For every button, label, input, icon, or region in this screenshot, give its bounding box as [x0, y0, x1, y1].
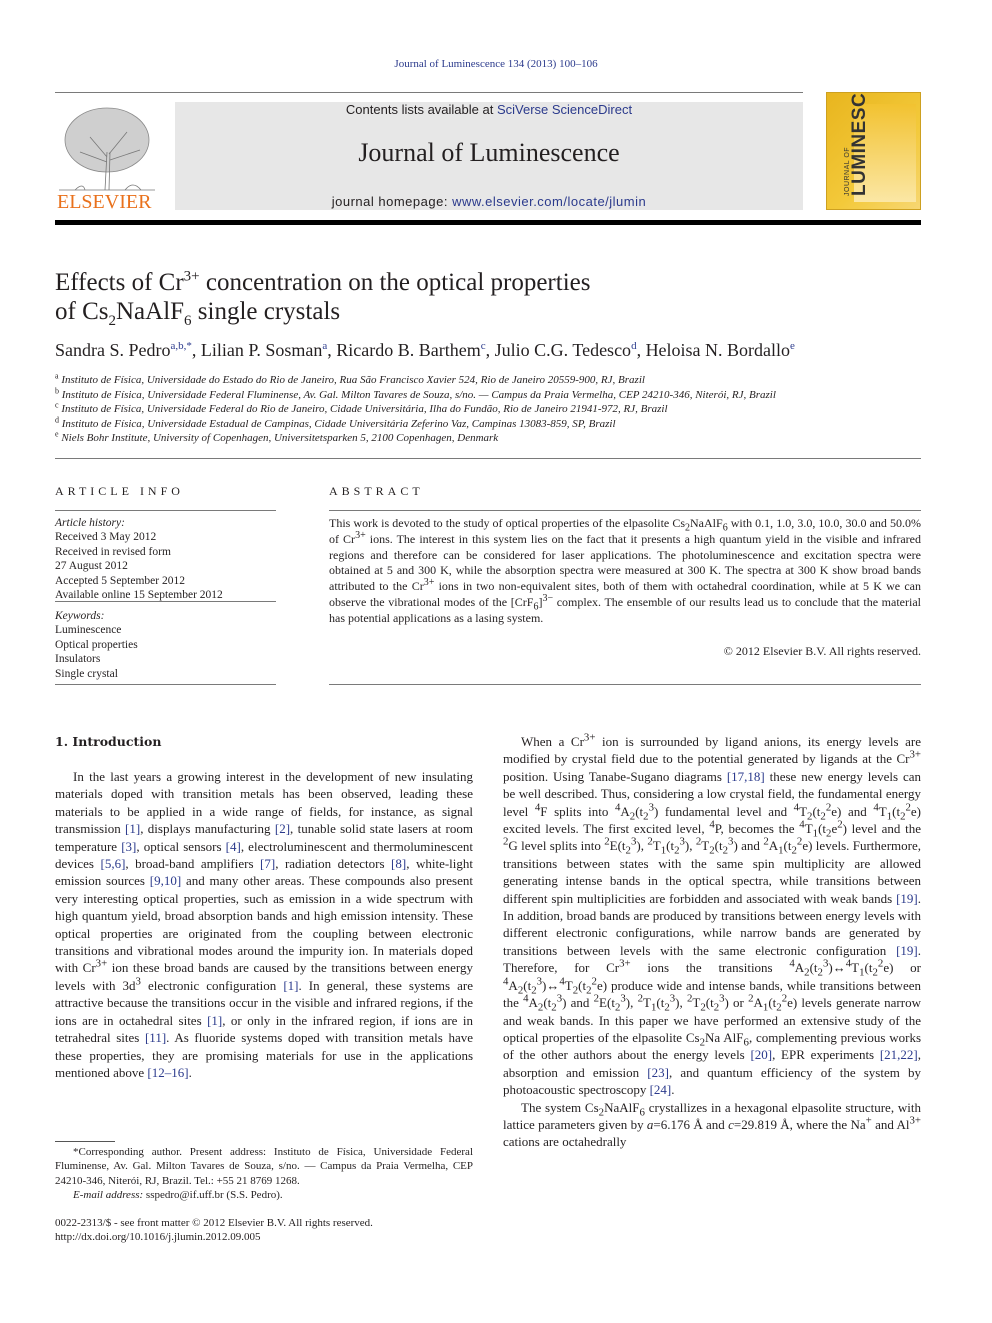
keyword: Optical properties: [55, 638, 138, 651]
article-history: Article history: Received 3 May 2012 Rec…: [55, 516, 277, 602]
citation-link[interactable]: [20]: [750, 1047, 772, 1062]
divider: [55, 684, 276, 685]
abstract-heading: ABSTRACT: [329, 484, 424, 498]
author[interactable]: Julio C.G. Tedesco: [495, 340, 631, 360]
citation-link[interactable]: [24]: [650, 1082, 672, 1097]
paragraph: When a Cr3+ ion is surrounded by ligand …: [503, 731, 922, 1098]
divider: [55, 601, 276, 602]
citation-link[interactable]: [11]: [145, 1030, 166, 1045]
copyright-notice: © 2012 Elsevier B.V. All rights reserved…: [723, 644, 921, 658]
citation-link[interactable]: [2]: [275, 821, 290, 836]
affiliations: a Instituto de Física, Universidade do E…: [55, 371, 955, 446]
elsevier-logo: ELSEVIER: [55, 102, 165, 213]
journal-title: Journal of Luminescence: [358, 138, 620, 167]
body-column-left: In the last years a growing interest in …: [55, 768, 473, 1081]
history-item: Received in revised form: [55, 545, 171, 558]
citation-link[interactable]: [17,18]: [727, 769, 765, 784]
front-matter: 0022-2313/$ - see front matter © 2012 El…: [55, 1216, 473, 1245]
divider: [329, 684, 921, 685]
journal-citation-link[interactable]: Journal of Luminescence 134 (2013) 100–1…: [394, 58, 597, 70]
keywords: Keywords: Luminescence Optical propertie…: [55, 609, 277, 681]
author-affiliation-marker[interactable]: a: [322, 340, 327, 352]
divider: [329, 510, 921, 511]
history-item: 27 August 2012: [55, 560, 128, 573]
citation-link[interactable]: [8]: [391, 856, 406, 871]
author-list: Sandra S. Pedroa,b,*, Lilian P. Sosmana,…: [55, 340, 795, 360]
author[interactable]: Ricardo B. Barthem: [336, 340, 480, 360]
body-column-right: When a Cr3+ ion is surrounded by ligand …: [503, 731, 922, 1151]
author-affiliation-marker[interactable]: a,b,*: [171, 340, 192, 352]
citation-link[interactable]: [7]: [260, 856, 275, 871]
email-address[interactable]: sspedro@if.uff.br (S.S. Pedro).: [143, 1189, 283, 1201]
paragraph: In the last years a growing interest in …: [55, 769, 474, 1080]
sciencedirect-link[interactable]: SciVerse ScienceDirect: [497, 102, 632, 117]
email-note: E-mail address: sspedro@if.uff.br (S.S. …: [73, 1189, 283, 1202]
citation-link[interactable]: [3]: [121, 839, 136, 854]
issn-line: 0022-2313/$ - see front matter © 2012 El…: [55, 1217, 373, 1229]
citation-link[interactable]: [4]: [226, 839, 241, 854]
article-info-heading: ARTICLE INFO: [55, 484, 184, 498]
citation-link[interactable]: [9,10]: [150, 873, 181, 888]
elsevier-tree-icon: ELSEVIER: [57, 107, 155, 213]
author[interactable]: Sandra S. Pedro: [55, 340, 171, 360]
author-affiliation-marker[interactable]: d: [631, 340, 637, 352]
author-affiliation-marker[interactable]: e: [790, 340, 795, 352]
section-heading-introduction: 1. Introduction: [55, 734, 162, 749]
citation-link[interactable]: [1]: [125, 821, 140, 836]
cover-title: JOURNAL OF LUMINESCENCE: [844, 92, 870, 196]
author-affiliation-marker[interactable]: c: [481, 340, 486, 352]
paragraph: The system Cs2NaAlF6 crystallizes in a h…: [503, 1099, 921, 1150]
journal-homepage-link[interactable]: www.elsevier.com/locate/jlumin: [452, 194, 646, 209]
corresponding-author-note: *Corresponding author. Present address: …: [55, 1146, 473, 1187]
keyword: Luminescence: [55, 624, 122, 637]
journal-citation[interactable]: Journal of Luminescence 134 (2013) 100–1…: [0, 58, 992, 70]
citation-link[interactable]: [1]: [283, 978, 298, 993]
contents-line: Contents lists available at SciVerse Sci…: [345, 102, 633, 117]
citation-link[interactable]: [23]: [647, 1065, 669, 1080]
affiliation: b Instituto de Física, Universidade Fede…: [55, 385, 776, 401]
affiliation: a Instituto de Física, Universidade do E…: [55, 371, 645, 386]
citation-link[interactable]: [5,6]: [100, 856, 125, 871]
author[interactable]: Heloisa N. Bordallo: [646, 340, 790, 360]
footnote: *Corresponding author. Present address: …: [55, 1145, 473, 1203]
abstract-text: This work is devoted to the study of opt…: [329, 516, 922, 625]
article-title: Effects of Cr3+ concentration on the opt…: [55, 268, 591, 329]
citation-link[interactable]: [21,22]: [880, 1047, 918, 1062]
citation-link[interactable]: [12–16]: [147, 1065, 188, 1080]
history-item: Received 3 May 2012: [55, 531, 157, 544]
homepage-line: journal homepage: www.elsevier.com/locat…: [331, 194, 647, 209]
history-item: Accepted 5 September 2012: [55, 574, 185, 587]
keyword: Single crystal: [55, 667, 118, 680]
citation-link[interactable]: [1]: [207, 1013, 222, 1028]
divider: [55, 510, 276, 511]
affiliation: c Instituto de Física, Universidade Fede…: [55, 400, 668, 415]
footnote-divider: [55, 1141, 115, 1142]
citation-link[interactable]: [19]: [896, 943, 918, 958]
doi-link[interactable]: http://dx.doi.org/10.1016/j.jlumin.2012.…: [55, 1230, 473, 1244]
citation-link[interactable]: [19]: [896, 891, 918, 906]
divider: [55, 92, 803, 93]
divider: [55, 458, 921, 459]
keyword: Insulators: [55, 653, 101, 666]
affiliation: e Niels Bohr Institute, University of Co…: [55, 429, 499, 444]
journal-cover-thumbnail: JOURNAL OF LUMINESCENCE: [826, 92, 921, 210]
affiliation: d Instituto de Física, Universidade Esta…: [55, 414, 616, 430]
header-divider: [55, 220, 921, 225]
author[interactable]: Lilian P. Sosman: [201, 340, 323, 360]
elsevier-wordmark: ELSEVIER: [57, 191, 152, 210]
